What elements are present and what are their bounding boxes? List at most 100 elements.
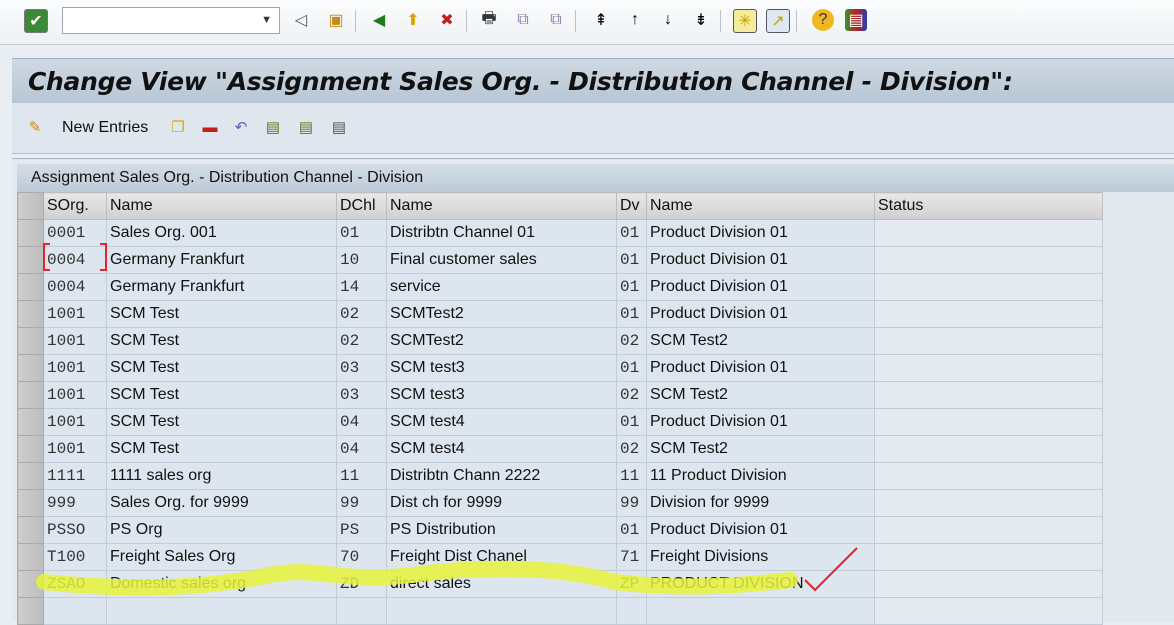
cell-dv[interactable]: 01 — [616, 354, 647, 382]
cell-sorg-name[interactable]: Freight Sales Org — [106, 543, 337, 571]
last-page-icon[interactable]: ⇟ — [690, 9, 712, 31]
cell-status[interactable] — [874, 408, 1103, 436]
row-selector[interactable] — [17, 300, 44, 328]
row-selector[interactable] — [17, 219, 44, 247]
cell-status[interactable] — [874, 381, 1103, 409]
pencil-icon[interactable]: ✎ — [24, 116, 46, 138]
cell-sorg[interactable]: 1001 — [43, 408, 107, 436]
cell-dv[interactable]: 01 — [616, 219, 647, 247]
cell-sorg-name[interactable]: SCM Test — [106, 327, 337, 355]
col-sorg[interactable]: SOrg. — [43, 192, 107, 220]
cell-dchl-name[interactable]: SCMTest2 — [386, 300, 617, 328]
cell-status[interactable] — [874, 300, 1103, 328]
cell-status[interactable] — [874, 219, 1103, 247]
cell-dv[interactable] — [616, 597, 647, 625]
row-selector[interactable] — [17, 570, 44, 598]
col-dchl-name[interactable]: Name — [386, 192, 617, 220]
row-selector[interactable] — [17, 354, 44, 382]
cell-dchl[interactable]: 01 — [336, 219, 387, 247]
cell-dv-name[interactable]: SCM Test2 — [646, 327, 875, 355]
help-icon[interactable]: ? — [812, 9, 834, 31]
cell-dchl-name[interactable]: SCM test4 — [386, 435, 617, 463]
cell-dchl[interactable]: 03 — [336, 354, 387, 382]
cell-sorg[interactable]: 1001 — [43, 354, 107, 382]
cell-dv-name[interactable]: Product Division 01 — [646, 246, 875, 274]
cell-dchl[interactable]: 03 — [336, 381, 387, 409]
cell-status[interactable] — [874, 516, 1103, 544]
next-page-icon[interactable]: ↓ — [657, 9, 679, 31]
previous-page-icon[interactable]: ↑ — [624, 9, 646, 31]
delete-icon[interactable]: ▬ — [199, 116, 221, 138]
cell-dv-name[interactable]: Product Division 01 — [646, 354, 875, 382]
row-selector[interactable] — [17, 597, 44, 625]
cell-dchl[interactable]: ZD — [336, 570, 387, 598]
cell-dv[interactable]: 02 — [616, 381, 647, 409]
layout-icon[interactable]: ▤ — [845, 9, 867, 31]
cell-sorg[interactable]: 999 — [43, 489, 107, 517]
cell-dv[interactable]: 11 — [616, 462, 647, 490]
cell-dchl[interactable]: PS — [336, 516, 387, 544]
cell-dv[interactable]: 01 — [616, 246, 647, 274]
new-session-icon[interactable]: ✳ — [733, 9, 757, 33]
cell-sorg[interactable] — [43, 597, 107, 625]
col-dv-name[interactable]: Name — [646, 192, 875, 220]
cell-sorg-name[interactable] — [106, 597, 337, 625]
cell-dchl-name[interactable]: service — [386, 273, 617, 301]
cell-sorg[interactable]: 0001 — [43, 219, 107, 247]
deselect-all-icon[interactable]: ▤ — [328, 116, 350, 138]
cell-dchl-name[interactable]: Distribtn Chann 2222 — [386, 462, 617, 490]
cell-sorg[interactable]: PSSO — [43, 516, 107, 544]
cell-dchl[interactable] — [336, 597, 387, 625]
new-entries-button[interactable]: New Entries — [62, 119, 148, 137]
cancel-icon[interactable]: ✖ — [436, 9, 458, 31]
cell-dchl-name[interactable]: Freight Dist Chanel — [386, 543, 617, 571]
cell-status[interactable] — [874, 246, 1103, 274]
row-selector[interactable] — [17, 408, 44, 436]
cell-dchl[interactable]: 70 — [336, 543, 387, 571]
cell-sorg[interactable]: 1001 — [43, 381, 107, 409]
copy-icon[interactable]: ❐ — [167, 116, 189, 138]
cell-sorg[interactable]: 1001 — [43, 300, 107, 328]
cell-sorg[interactable]: 1001 — [43, 435, 107, 463]
row-selector[interactable] — [17, 462, 44, 490]
col-status[interactable]: Status — [874, 192, 1103, 220]
cell-dchl[interactable]: 10 — [336, 246, 387, 274]
cell-dv[interactable]: 99 — [616, 489, 647, 517]
cell-dv-name[interactable]: Product Division 01 — [646, 219, 875, 247]
cell-dv[interactable]: 01 — [616, 273, 647, 301]
first-page-icon[interactable]: ⇞ — [590, 9, 612, 31]
select-block-icon[interactable]: ▤ — [295, 116, 317, 138]
cell-sorg-name[interactable]: SCM Test — [106, 354, 337, 382]
exit-icon[interactable]: ⬆ — [402, 9, 424, 31]
cell-dchl[interactable]: 04 — [336, 408, 387, 436]
cell-dv-name[interactable]: SCM Test2 — [646, 381, 875, 409]
cell-sorg-name[interactable]: SCM Test — [106, 381, 337, 409]
cell-dchl-name[interactable]: Distribtn Channel 01 — [386, 219, 617, 247]
cell-status[interactable] — [874, 462, 1103, 490]
cell-dchl[interactable]: 04 — [336, 435, 387, 463]
cell-sorg-name[interactable]: Domestic sales org — [106, 570, 337, 598]
cell-sorg-name[interactable]: 1111 sales org — [106, 462, 337, 490]
cell-dchl[interactable]: 11 — [336, 462, 387, 490]
cell-status[interactable] — [874, 354, 1103, 382]
cell-dchl-name[interactable]: Final customer sales — [386, 246, 617, 274]
cell-dv-name[interactable]: PRODUCT DIVISION — [646, 570, 875, 598]
cell-dchl-name[interactable]: direct sales — [386, 570, 617, 598]
cell-sorg-name[interactable]: Sales Org. for 9999 — [106, 489, 337, 517]
cell-dchl[interactable]: 02 — [336, 327, 387, 355]
cell-dchl-name[interactable]: SCMTest2 — [386, 327, 617, 355]
cell-sorg-name[interactable]: SCM Test — [106, 408, 337, 436]
row-selector[interactable] — [17, 489, 44, 517]
save-icon[interactable]: ▣ — [325, 9, 347, 31]
print-icon[interactable]: 🖶 — [478, 9, 500, 31]
cell-dv-name[interactable] — [646, 597, 875, 625]
cell-dv-name[interactable]: Product Division 01 — [646, 273, 875, 301]
cell-dchl-name[interactable]: Dist ch for 9999 — [386, 489, 617, 517]
cell-dchl[interactable]: 99 — [336, 489, 387, 517]
cell-dv-name[interactable]: 11 Product Division — [646, 462, 875, 490]
cell-dv[interactable]: 01 — [616, 516, 647, 544]
row-selector[interactable] — [17, 516, 44, 544]
row-selector[interactable] — [17, 327, 44, 355]
cell-sorg[interactable]: 1001 — [43, 327, 107, 355]
cell-dchl-name[interactable]: SCM test4 — [386, 408, 617, 436]
